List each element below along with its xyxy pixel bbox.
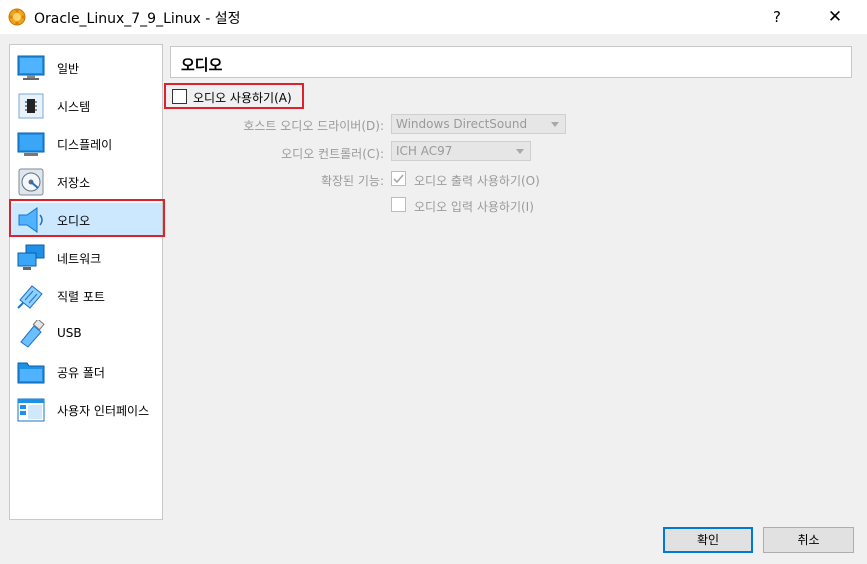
section-title: 오디오 — [181, 56, 223, 74]
sidebar-item-storage[interactable]: 저장소 — [12, 165, 162, 199]
sidebar-item-usb[interactable]: USB — [12, 317, 162, 351]
sidebar-item-label: 공유 폴더 — [57, 366, 105, 380]
host-driver-value: Windows DirectSound — [396, 117, 528, 131]
window-title: Oracle_Linux_7_9_Linux - 설정 — [34, 11, 241, 27]
selected-item-highlight — [9, 199, 165, 237]
audio-output-checkbox[interactable] — [391, 171, 406, 186]
sidebar-item-label: 사용자 인터페이스 — [57, 404, 150, 418]
sidebar-item-label: USB — [57, 326, 82, 340]
ok-button[interactable]: 확인 — [663, 527, 753, 553]
sidebar-item-label: 저장소 — [57, 176, 91, 190]
audio-input-checkbox[interactable] — [391, 197, 406, 212]
audio-output-label[interactable]: 오디오 출력 사용하기(O) — [414, 172, 540, 189]
usb-icon — [16, 318, 46, 348]
folder-icon — [16, 358, 46, 386]
cancel-button[interactable]: 취소 — [763, 527, 854, 553]
virtualbox-app-icon — [8, 8, 26, 26]
controller-select[interactable]: ICH AC97 — [391, 141, 531, 161]
host-driver-label: 호스트 오디오 드라이버(D): — [243, 119, 384, 133]
chip-icon — [16, 92, 46, 120]
sidebar-item-label: 직렬 포트 — [57, 290, 105, 304]
extended-features-label: 확장된 기능: — [320, 174, 384, 188]
sidebar-item-label: 디스플레이 — [57, 138, 113, 152]
sidebar-item-display[interactable]: 디스플레이 — [12, 127, 162, 161]
enable-audio-label[interactable]: 오디오 사용하기(A) — [193, 89, 292, 106]
controller-label: 오디오 컨트롤러(C): — [281, 147, 384, 161]
title-bar: Oracle_Linux_7_9_Linux - 설정 ? ✕ — [0, 0, 867, 34]
audio-input-label[interactable]: 오디오 입력 사용하기(I) — [414, 198, 534, 215]
chevron-down-icon — [516, 149, 524, 154]
sidebar-item-general[interactable]: 일반 — [12, 51, 162, 85]
controller-value: ICH AC97 — [396, 144, 453, 158]
sidebar-item-network[interactable]: 네트워크 — [12, 241, 162, 275]
sidebar-item-system[interactable]: 시스템 — [12, 89, 162, 123]
help-button[interactable]: ? — [763, 4, 791, 30]
close-button[interactable]: ✕ — [820, 4, 850, 30]
enable-audio-checkbox[interactable] — [172, 89, 187, 104]
sidebar-item-label: 시스템 — [57, 100, 91, 114]
monitor-icon — [16, 54, 46, 82]
disk-icon — [16, 168, 46, 196]
sidebar-item-label: 일반 — [57, 62, 80, 76]
sidebar-item-shared-folders[interactable]: 공유 폴더 — [12, 355, 162, 389]
network-icon — [16, 244, 46, 272]
sidebar-item-label: 네트워크 — [57, 252, 102, 266]
settings-sidebar: 일반 시스템 디스플레이 저장소 오디오 네트워크 직렬 포트 USB 공유 폴… — [9, 44, 163, 520]
sidebar-item-user-interface[interactable]: 사용자 인터페이스 — [12, 393, 162, 427]
chevron-down-icon — [551, 122, 559, 127]
checkmark-icon — [393, 174, 404, 184]
host-driver-select[interactable]: Windows DirectSound — [391, 114, 566, 134]
serial-port-icon — [16, 282, 46, 310]
ui-window-icon — [16, 396, 46, 424]
sidebar-item-serial-ports[interactable]: 직렬 포트 — [12, 279, 162, 313]
display-icon — [16, 130, 46, 158]
section-header: 오디오 — [170, 46, 852, 78]
